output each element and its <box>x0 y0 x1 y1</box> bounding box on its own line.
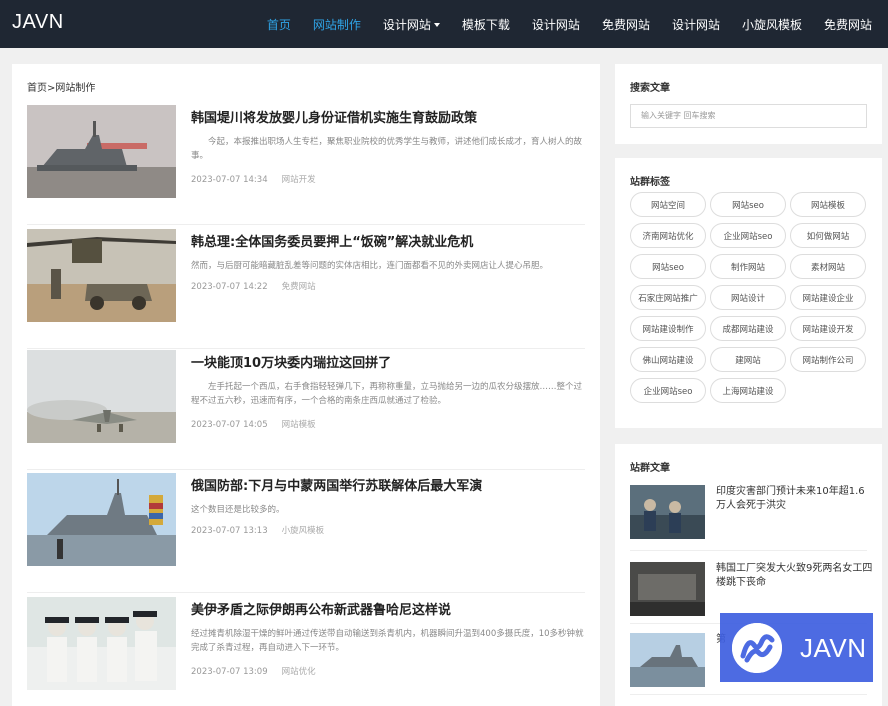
site-logo[interactable]: JAVN <box>12 11 64 34</box>
nav-design-dropdown[interactable]: 设计网站 <box>383 16 440 33</box>
nav-free-site[interactable]: 免费网站 <box>602 16 650 33</box>
article-list-panel: 首页>网站制作 韩国堤川将发放婴儿身份证借机实施生育鼓励政策 今起，本报推出职场… <box>12 64 600 706</box>
article-date: 2023-07-07 14:05 <box>191 420 268 430</box>
article-thumbnail[interactable] <box>27 473 176 566</box>
article-title[interactable]: 韩总理:全体国务委员要押上“饭碗”解决就业危机 <box>191 231 473 250</box>
article-meta: 2023-07-07 14:22 免费网站 <box>191 280 316 292</box>
tag-pill[interactable]: 素材网站 <box>790 254 866 279</box>
article-thumbnail[interactable] <box>27 597 176 690</box>
article-item: 俄国防部:下月与中蒙两国举行苏联解体后最大军演 这个数目还是比较多的。 2023… <box>27 473 585 593</box>
nav-design-dropdown-label: 设计网站 <box>382 17 431 32</box>
article-excerpt: 左手托起一个西瓜，右手食指轻轻弹几下，再称称重量，立马抛给另一边的瓜农分级摆放…… <box>191 382 583 406</box>
article-category[interactable]: 网站开发 <box>282 175 316 185</box>
divider <box>630 694 867 695</box>
tag-pill[interactable]: 济南网站优化 <box>630 223 706 248</box>
article-excerpt: 今起，本报推出职场人生专栏，聚焦职业院校的优秀学生与教师，讲述他们成长成才，育人… <box>191 137 583 161</box>
tag-pill[interactable]: 建网站 <box>710 347 786 372</box>
related-article-thumbnail[interactable] <box>630 562 705 616</box>
tag-pill[interactable]: 网站建设开发 <box>790 316 866 341</box>
top-header: JAVN 首页 网站制作 设计网站 模板下载 设计网站 免费网站 设计网站 小旋… <box>0 0 888 48</box>
article-meta: 2023-07-07 14:34 网站开发 <box>191 173 316 185</box>
article-date: 2023-07-07 14:34 <box>191 175 268 185</box>
article-excerpt: 然而，与后厨可能暗藏脏乱差等问题的实体店相比，连门面都看不见的外卖网店让人提心吊… <box>191 261 549 271</box>
article-category[interactable]: 网站模板 <box>282 420 316 430</box>
nav-free-site-2[interactable]: 免费网站 <box>824 16 872 33</box>
article-meta: 2023-07-07 13:09 网站优化 <box>191 665 316 677</box>
article-category[interactable]: 小旋风模板 <box>282 526 325 536</box>
tag-pill[interactable]: 上海网站建设 <box>710 378 786 403</box>
floating-brand-badge[interactable]: JAVN <box>720 613 873 682</box>
related-article-thumbnail[interactable] <box>630 633 705 687</box>
search-widget: 搜索文章 输入关键字 回车搜索 <box>615 64 882 144</box>
article-title[interactable]: 美伊矛盾之际伊朗再公布新武器鲁哈尼这样说 <box>191 599 451 618</box>
tag-pill[interactable]: 网站seo <box>710 192 786 217</box>
article-title[interactable]: 一块能顶10万块委内瑞拉这回拼了 <box>191 352 391 371</box>
tag-pill[interactable]: 制作网站 <box>710 254 786 279</box>
main-nav: 首页 网站制作 设计网站 模板下载 设计网站 免费网站 设计网站 小旋风模板 免… <box>245 0 872 48</box>
related-article-title[interactable]: 韩国工厂突发大火致9死两名女工四楼跳下丧命 <box>716 562 874 590</box>
related-articles-title: 站群文章 <box>630 463 670 474</box>
tag-cloud-widget: 站群标签 网站空间 网站seo 网站模板 济南网站优化 企业网站seo 如何做网… <box>615 158 882 428</box>
tag-pill[interactable]: 企业网站seo <box>710 223 786 248</box>
article-excerpt: 这个数目还是比较多的。 <box>191 505 285 515</box>
nav-home[interactable]: 首页 <box>267 16 291 33</box>
related-article-item[interactable]: 印度灾害部门预计未来10年超1.6万人会死于洪灾 <box>630 485 870 551</box>
tag-pill[interactable]: 网站seo <box>630 254 706 279</box>
article-item: 美伊矛盾之际伊朗再公布新武器鲁哈尼这样说 经过摊青机除湿干燥的鲜叶通过传送带自动… <box>27 597 585 706</box>
tag-pill[interactable]: 企业网站seo <box>630 378 706 403</box>
tag-pill[interactable]: 网站制作公司 <box>790 347 866 372</box>
article-thumbnail[interactable] <box>27 350 176 443</box>
article-category[interactable]: 网站优化 <box>282 667 316 677</box>
article-meta: 2023-07-07 14:05 网站模板 <box>191 418 316 430</box>
caret-down-icon <box>433 22 440 27</box>
article-title[interactable]: 俄国防部:下月与中蒙两国举行苏联解体后最大军演 <box>191 475 482 494</box>
article-meta: 2023-07-07 13:13 小旋风模板 <box>191 524 324 536</box>
tag-pill[interactable]: 成都网站建设 <box>710 316 786 341</box>
article-excerpt: 经过摊青机除湿干燥的鲜叶通过传送带自动输送到杀青机内，机器瞬间升温到400多摄氏… <box>191 629 584 653</box>
nav-website-making[interactable]: 网站制作 <box>313 16 361 33</box>
tag-pill[interactable]: 网站设计 <box>710 285 786 310</box>
tag-cloud-title: 站群标签 <box>630 177 670 188</box>
article-date: 2023-07-07 13:13 <box>191 526 268 536</box>
nav-xiaoxuanfeng-template[interactable]: 小旋风模板 <box>742 16 802 33</box>
badge-brand-text: JAVN <box>800 633 867 663</box>
search-input[interactable]: 输入关键字 回车搜索 <box>630 104 867 128</box>
tag-pill[interactable]: 网站建设企业 <box>790 285 866 310</box>
nav-template-download[interactable]: 模板下载 <box>462 16 510 33</box>
article-item: 韩国堤川将发放婴儿身份证借机实施生育鼓励政策 今起，本报推出职场人生专栏，聚焦职… <box>27 105 585 225</box>
related-article-thumbnail[interactable] <box>630 485 705 539</box>
article-date: 2023-07-07 14:22 <box>191 282 268 292</box>
article-thumbnail[interactable] <box>27 229 176 322</box>
article-category[interactable]: 免费网站 <box>282 282 316 292</box>
related-article-title[interactable]: 印度灾害部门预计未来10年超1.6万人会死于洪灾 <box>716 485 874 513</box>
tag-pill[interactable]: 如何做网站 <box>790 223 866 248</box>
tag-pill[interactable]: 佛山网站建设 <box>630 347 706 372</box>
article-date: 2023-07-07 13:09 <box>191 667 268 677</box>
nav-design-site[interactable]: 设计网站 <box>532 16 580 33</box>
tag-pill[interactable]: 石家庄网站推广 <box>630 285 706 310</box>
tag-pill[interactable]: 网站建设制作 <box>630 316 706 341</box>
article-title[interactable]: 韩国堤川将发放婴儿身份证借机实施生育鼓励政策 <box>191 107 477 126</box>
brand-logo-icon <box>732 623 782 673</box>
search-widget-title: 搜索文章 <box>630 83 670 94</box>
article-item: 韩总理:全体国务委员要押上“饭碗”解决就业危机 然而，与后厨可能暗藏脏乱差等问题… <box>27 229 585 349</box>
divider <box>630 550 867 551</box>
breadcrumb: 首页>网站制作 <box>27 83 96 94</box>
nav-design-site-2[interactable]: 设计网站 <box>672 16 720 33</box>
article-item: 一块能顶10万块委内瑞拉这回拼了 左手托起一个西瓜，右手食指轻轻弹几下，再称称重… <box>27 350 585 470</box>
tag-pill[interactable]: 网站模板 <box>790 192 866 217</box>
tag-list: 网站空间 网站seo 网站模板 济南网站优化 企业网站seo 如何做网站 网站s… <box>630 192 870 403</box>
article-thumbnail[interactable] <box>27 105 176 198</box>
tag-pill[interactable]: 网站空间 <box>630 192 706 217</box>
